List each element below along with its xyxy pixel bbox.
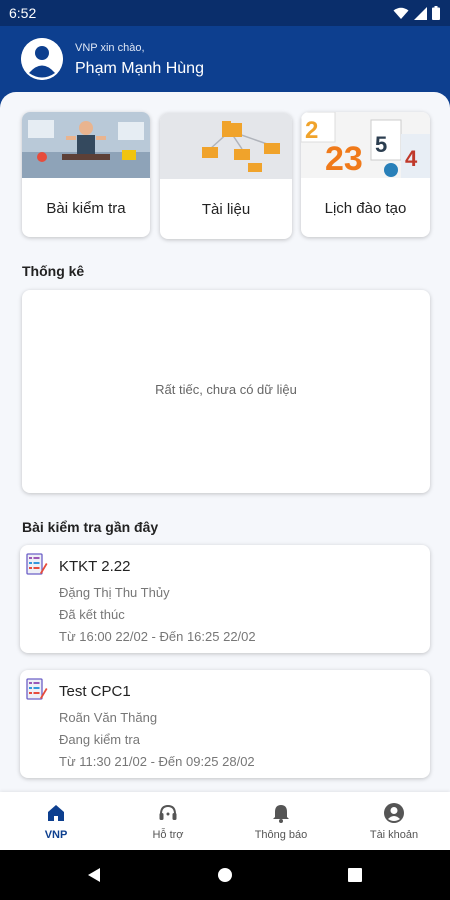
documents-illustration-icon bbox=[160, 113, 292, 179]
user-name: Phạm Mạnh Hùng bbox=[75, 60, 204, 77]
nav-item-account[interactable]: Tài khoản bbox=[338, 792, 450, 850]
stats-card: Rất tiếc, chưa có dữ liệu bbox=[22, 290, 430, 493]
quick-link-documents-label: Tài liệu bbox=[201, 201, 251, 218]
nav-label-support: Hỗ trợ bbox=[152, 829, 184, 841]
home-icon bbox=[48, 805, 64, 821]
svg-text:23: 23 bbox=[325, 140, 363, 178]
main-content: Bài kiểm tra Tài liệu 2 23 5 4 Lịch đào … bbox=[0, 92, 450, 792]
stats-empty-message: Rất tiếc, chưa có dữ liệu bbox=[155, 382, 297, 397]
exam-checklist-icon bbox=[26, 553, 48, 575]
system-navigation-bar bbox=[0, 850, 450, 900]
nav-label-vnp: VNP bbox=[44, 829, 68, 841]
signal-icon bbox=[414, 6, 427, 20]
avatar[interactable] bbox=[21, 38, 63, 80]
user-avatar-icon bbox=[21, 38, 63, 80]
test-title: KTKT 2.22 bbox=[59, 558, 131, 575]
test-status: Đang kiểm tra bbox=[59, 732, 140, 747]
greeting-text: VNP xin chào, bbox=[75, 42, 145, 54]
recent-tests-title: Bài kiểm tra gần đây bbox=[22, 519, 159, 535]
support-icon bbox=[159, 804, 177, 820]
nav-label-account: Tài khoản bbox=[369, 829, 419, 841]
quick-link-training-schedule[interactable]: 2 23 5 4 Lịch đào tạo bbox=[301, 112, 430, 237]
status-icons bbox=[393, 6, 440, 20]
calendar-illustration-icon: 2 23 5 4 bbox=[301, 112, 430, 178]
recents-icon[interactable] bbox=[347, 867, 363, 883]
svg-text:2: 2 bbox=[305, 117, 318, 144]
status-bar: 6:52 bbox=[0, 0, 450, 26]
test-status: Đã kết thúc bbox=[59, 607, 125, 622]
test-author: Đặng Thị Thu Thủy bbox=[59, 585, 170, 600]
nav-item-vnp[interactable]: VNP bbox=[0, 792, 112, 850]
home-circle-icon[interactable] bbox=[217, 867, 233, 883]
wifi-icon bbox=[393, 7, 409, 19]
exam-checklist-icon bbox=[26, 678, 48, 700]
recent-test-item[interactable]: KTKT 2.22 Đặng Thị Thu Thủy Đã kết thúc … bbox=[20, 545, 430, 653]
exam-illustration-icon bbox=[22, 112, 150, 178]
test-author: Roãn Văn Thăng bbox=[59, 710, 158, 725]
nav-item-support[interactable]: Hỗ trợ bbox=[112, 792, 224, 850]
bell-icon bbox=[273, 805, 289, 823]
account-icon bbox=[384, 803, 404, 823]
status-time: 6:52 bbox=[9, 5, 37, 21]
test-title: Test CPC1 bbox=[59, 683, 131, 700]
nav-label-notifications: Thông báo bbox=[254, 829, 308, 841]
quick-link-exam-label: Bài kiểm tra bbox=[46, 200, 126, 217]
bottom-navigation: VNP Hỗ trợ Thông báo Tài khoản bbox=[0, 792, 450, 850]
test-time-range: Từ 11:30 21/02 - Đến 09:25 28/02 bbox=[59, 754, 255, 769]
svg-text:4: 4 bbox=[405, 146, 418, 171]
recent-test-item[interactable]: Test CPC1 Roãn Văn Thăng Đang kiểm tra T… bbox=[20, 670, 430, 778]
quick-link-training-schedule-label: Lịch đào tạo bbox=[324, 200, 407, 217]
nav-item-notifications[interactable]: Thông báo bbox=[225, 792, 337, 850]
battery-icon bbox=[432, 6, 440, 20]
quick-link-documents[interactable]: Tài liệu bbox=[160, 113, 292, 239]
quick-link-exam[interactable]: Bài kiểm tra bbox=[22, 112, 150, 237]
svg-text:5: 5 bbox=[375, 132, 387, 157]
app-header: VNP xin chào, Phạm Mạnh Hùng bbox=[0, 26, 450, 96]
back-icon[interactable] bbox=[86, 867, 102, 883]
test-time-range: Từ 16:00 22/02 - Đến 16:25 22/02 bbox=[59, 629, 256, 644]
stats-title: Thống kê bbox=[22, 263, 85, 279]
